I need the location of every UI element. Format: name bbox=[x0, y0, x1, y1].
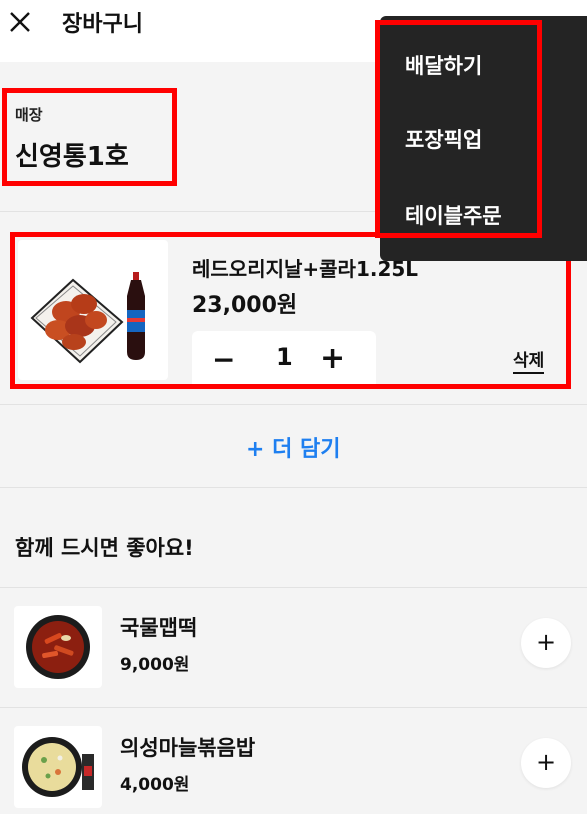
add-recommendation-button[interactable]: + bbox=[521, 738, 571, 788]
recommendation-image bbox=[14, 726, 102, 808]
increase-quantity-button[interactable]: + bbox=[320, 341, 345, 376]
recommendation-item[interactable]: 의성마늘볶음밥 4,000원 + bbox=[0, 708, 587, 814]
recommendations-title: 함께 드시면 좋아요! bbox=[15, 536, 194, 560]
add-more-section: + 더 담기 bbox=[0, 406, 587, 488]
menu-item-delivery[interactable]: 배달하기 bbox=[405, 50, 482, 80]
recommendation-image bbox=[14, 606, 102, 688]
item-image bbox=[18, 240, 168, 380]
add-recommendation-button[interactable]: + bbox=[521, 618, 571, 668]
recommendation-price: 4,000원 bbox=[120, 775, 190, 795]
recommendation-name: 의성마늘볶음밥 bbox=[120, 736, 256, 760]
delete-button[interactable]: 삭제 bbox=[513, 346, 545, 374]
item-price: 23,000원 bbox=[192, 293, 298, 318]
store-name: 신영통1호 bbox=[15, 142, 129, 172]
close-icon[interactable] bbox=[7, 9, 33, 35]
order-type-menu: 배달하기 포장픽업 테이블주문 bbox=[380, 16, 587, 261]
recommendation-name: 국물맵떡 bbox=[120, 616, 198, 640]
store-label: 매장 bbox=[15, 106, 43, 124]
recommendation-price: 9,000원 bbox=[120, 655, 190, 675]
add-more-button[interactable]: + 더 담기 bbox=[246, 431, 340, 463]
quantity-stepper: − 1 + bbox=[192, 331, 376, 389]
quantity-value: 1 bbox=[276, 343, 293, 371]
menu-item-table-order[interactable]: 테이블주문 bbox=[405, 200, 502, 230]
recommendation-item[interactable]: 국물맵떡 9,000원 + bbox=[0, 588, 587, 706]
menu-item-pickup[interactable]: 포장픽업 bbox=[405, 124, 482, 154]
page-title: 장바구니 bbox=[62, 12, 143, 37]
decrease-quantity-button[interactable]: − bbox=[212, 343, 235, 376]
